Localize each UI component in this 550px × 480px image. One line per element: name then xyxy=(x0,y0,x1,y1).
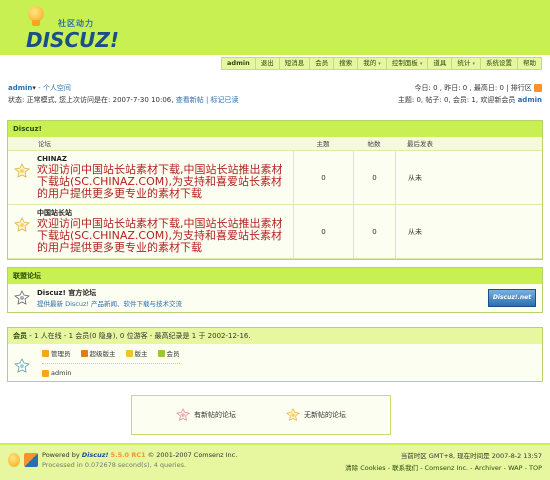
group-legend: 管理员 超级版主 版主 会员 xyxy=(42,348,180,358)
comsenz-logo-icon[interactable] xyxy=(24,453,38,467)
forum-status-icon xyxy=(14,217,30,232)
online-summary: - 1 人在线 - 1 会员(0 隐身), 0 位游客 - 最高纪录是 1 于 … xyxy=(27,332,251,340)
footer-copyright[interactable]: © 2001-2007 Comsenz Inc. xyxy=(148,451,238,459)
footer-links[interactable]: 清除 Cookies - 联系我们 - Comsenz Inc. - Archi… xyxy=(345,462,542,474)
last-post: 从未 xyxy=(395,205,542,258)
post-count: 0 xyxy=(353,205,395,258)
header-topics: 主题 xyxy=(316,140,330,148)
menu-item-help[interactable]: 帮助 xyxy=(517,58,541,69)
rss-icon[interactable] xyxy=(534,84,542,92)
online-box: 会员 - 1 人在线 - 1 会员(0 隐身), 0 位游客 - 最高纪录是 1… xyxy=(7,327,543,382)
partner-forums-box: 联盟论坛 Discuz! 官方论坛 提供最新 Discuz! 产品新闻、软件下载… xyxy=(7,267,543,313)
personal-space-link[interactable]: - 个人空间 xyxy=(38,84,71,92)
menu-item-stats[interactable]: 统计 ▾ xyxy=(451,58,480,69)
table-row: CHINAZ 欢迎访问中国站长站素材下载,中国站长站推出素材下载站(SC.CHI… xyxy=(8,151,542,205)
legend-super-mod: 超级版主 xyxy=(80,348,116,358)
no-new-posts-icon xyxy=(286,408,300,421)
admin-icon xyxy=(42,369,49,377)
new-posts-icon xyxy=(176,408,190,421)
chevron-down-icon: ▾ xyxy=(378,61,381,67)
footer-time: 当前时区 GMT+8, 现在时间是 2007-8-2 13:57 xyxy=(400,452,542,460)
partner-row: Discuz! 官方论坛 提供最新 Discuz! 产品新闻、软件下载与技术交流… xyxy=(8,284,542,312)
legend-mod: 版主 xyxy=(125,348,148,358)
header-forum: 论坛 xyxy=(38,140,51,148)
logo-bulb-icon xyxy=(28,6,44,26)
footer-bulb-icon xyxy=(8,453,20,467)
username-link[interactable]: admin xyxy=(8,84,32,92)
footer: Powered by Discuz! 5.5.0 RC1 © 2001-2007… xyxy=(0,443,550,480)
last-post: 从未 xyxy=(395,151,542,204)
view-new-link[interactable]: 查看新帖 xyxy=(176,96,204,104)
menu-item-members[interactable]: 会员 xyxy=(309,58,333,69)
status-text: 状态: 正常模式, 您上次访问是在: 2007-7-30 10:06, xyxy=(8,96,174,104)
partner-title: 联盟论坛 xyxy=(8,268,542,284)
header-posts: 帖数 xyxy=(367,140,381,148)
footer-processed: Processed in 0.072678 second(s), 4 queri… xyxy=(42,461,187,469)
partner-logo[interactable]: Discuz!.net xyxy=(488,289,536,307)
menu-item-logout[interactable]: 退出 xyxy=(254,58,279,69)
menu-item-search[interactable]: 搜索 xyxy=(333,58,357,69)
menu-item-messages[interactable]: 短消息 xyxy=(278,58,310,69)
online-users: admin xyxy=(42,363,180,377)
footer-brand-link[interactable]: Discuz! xyxy=(82,451,109,459)
top-menu: admin 退出 短消息 会员 搜索 我的 ▾ 控制面板 ▾ 道具 统计 ▾ 系… xyxy=(221,57,542,70)
topic-count: 0 xyxy=(293,151,353,204)
new-posts-legend: 有新帖的论坛 无新帖的论坛 xyxy=(131,395,391,435)
powered-by: Powered by xyxy=(42,451,80,459)
member-icon xyxy=(157,349,165,357)
stats-line-2: 主题: 0, 帖子: 0, 会员: 1, 欢迎新会员 xyxy=(397,96,516,104)
stats-line-1: 今日: 0 , 昨日: 0 , 最高日: 0 | 排行区 xyxy=(414,84,532,92)
forum-category-box: Discuz! 论坛 主题 帖数 最后发表 CHINAZ 欢迎访问中国站长站素材… xyxy=(7,120,543,260)
chevron-down-icon: ▾ xyxy=(472,61,475,67)
partner-forum-icon xyxy=(14,290,30,305)
menu-item-my[interactable]: 我的 ▾ xyxy=(357,58,386,69)
partner-description: 提供最新 Discuz! 产品新闻、软件下载与技术交流 xyxy=(37,300,183,308)
user-info: admin▾ - 个人空间 状态: 正常模式, 您上次访问是在: 2007-7-… xyxy=(8,82,239,106)
table-row: 中国站长站 欢迎访问中国站长站素材下载,中国站长站推出素材下载站(SC.CHIN… xyxy=(8,205,542,259)
topic-count: 0 xyxy=(293,205,353,258)
partner-name[interactable]: Discuz! 官方论坛 xyxy=(37,288,182,298)
online-user[interactable]: admin xyxy=(51,369,71,377)
online-body: 管理员 超级版主 版主 会员 admin xyxy=(8,344,542,381)
category-title[interactable]: Discuz! xyxy=(8,121,542,137)
menu-item-control-panel[interactable]: 控制面板 ▾ xyxy=(385,58,428,69)
footer-version: 5.5.0 RC1 xyxy=(110,451,146,459)
table-header: 论坛 主题 帖数 最后发表 xyxy=(8,137,542,151)
mod-icon xyxy=(125,349,133,357)
legend-admin: 管理员 xyxy=(42,348,71,358)
mark-read-link[interactable]: | 标记已读 xyxy=(206,96,239,104)
legend-member: 会员 xyxy=(157,348,180,358)
forum-status-icon xyxy=(14,163,30,178)
user-dropdown-icon[interactable]: ▾ xyxy=(32,84,36,92)
online-flower-icon xyxy=(14,358,30,373)
legend-none: 无新帖的论坛 xyxy=(286,408,346,422)
header: 社区动力 DISCUZ! xyxy=(0,0,550,55)
header-last-post: 最后发表 xyxy=(407,140,433,148)
admin-icon xyxy=(42,349,49,357)
online-heading[interactable]: 会员 xyxy=(13,332,27,340)
post-count: 0 xyxy=(353,151,395,204)
logo[interactable]: DISCUZ! xyxy=(26,28,119,52)
forum-description: 欢迎访问中国站长站素材下载,中国站长站推出素材下载站(SC.CHINAZ.COM… xyxy=(37,163,283,200)
forum-description: 欢迎访问中国站长站素材下载,中国站长站推出素材下载站(SC.CHINAZ.COM… xyxy=(37,217,283,254)
online-title: 会员 - 1 人在线 - 1 会员(0 隐身), 0 位游客 - 最高纪录是 1… xyxy=(8,328,542,344)
super-mod-icon xyxy=(80,349,88,357)
menu-item-user[interactable]: admin xyxy=(222,58,255,69)
menu-item-settings[interactable]: 系统设置 xyxy=(480,58,517,69)
legend-new: 有新帖的论坛 xyxy=(176,408,236,422)
menu-item-tools[interactable]: 道具 xyxy=(427,58,451,69)
site-stats: 今日: 0 , 昨日: 0 , 最高日: 0 | 排行区 主题: 0, 帖子: … xyxy=(398,82,542,106)
new-member-link[interactable]: admin xyxy=(518,96,542,104)
chevron-down-icon: ▾ xyxy=(419,61,423,67)
